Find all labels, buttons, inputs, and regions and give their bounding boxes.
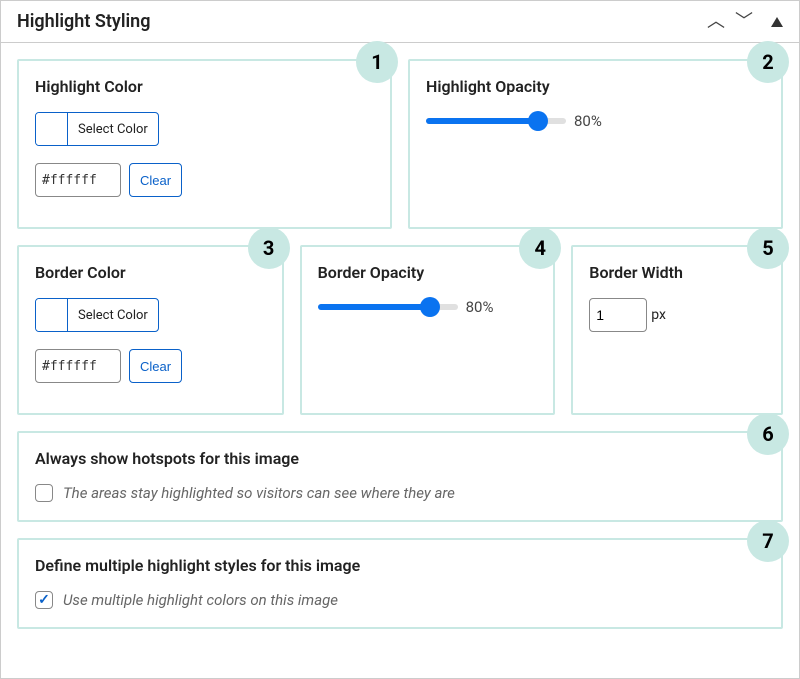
border-width-title: Border Width (589, 263, 765, 282)
highlight-color-swatch (36, 113, 68, 145)
badge-6: 6 (747, 413, 789, 455)
row-1: 1 Highlight Color Select Color Clear 2 H… (17, 59, 783, 229)
slider-thumb[interactable] (420, 297, 440, 317)
multiple-styles-title: Define multiple highlight styles for thi… (35, 556, 765, 575)
border-color-swatch (36, 299, 68, 331)
row-4: 7 Define multiple highlight styles for t… (17, 538, 783, 629)
panel-title: Highlight Styling (17, 11, 150, 32)
border-color-select-button[interactable]: Select Color (35, 298, 159, 332)
row-2: 3 Border Color Select Color Clear 4 Bord… (17, 245, 783, 415)
border-width-unit: px (651, 307, 666, 323)
highlight-opacity-title: Highlight Opacity (426, 77, 765, 96)
border-opacity-slider[interactable] (318, 300, 458, 314)
always-show-card: 6 Always show hotspots for this image Th… (17, 431, 783, 522)
collapse-icon[interactable] (771, 17, 783, 27)
panel-body: 1 Highlight Color Select Color Clear 2 H… (1, 43, 799, 645)
always-show-checkbox[interactable] (35, 484, 53, 502)
always-show-title: Always show hotspots for this image (35, 449, 765, 468)
badge-5: 5 (747, 227, 789, 269)
highlight-color-hex-input[interactable] (35, 163, 121, 197)
panel-header: Highlight Styling ︿ ﹀ (1, 1, 799, 43)
highlight-color-select-button[interactable]: Select Color (35, 112, 159, 146)
highlight-color-select-label: Select Color (68, 122, 158, 137)
move-up-icon[interactable]: ︿ (707, 13, 725, 31)
highlight-opacity-card: 2 Highlight Opacity 80% (408, 59, 783, 229)
slider-fill (426, 118, 538, 124)
badge-4: 4 (519, 227, 561, 269)
panel-actions: ︿ ﹀ (707, 13, 783, 31)
move-down-icon[interactable]: ﹀ (735, 13, 753, 31)
highlight-color-card: 1 Highlight Color Select Color Clear (17, 59, 392, 229)
border-color-title: Border Color (35, 263, 266, 282)
multiple-styles-hint: Use multiple highlight colors on this im… (63, 591, 338, 609)
highlight-color-clear-button[interactable]: Clear (129, 163, 182, 197)
always-show-hint: The areas stay highlighted so visitors c… (63, 484, 455, 502)
badge-7: 7 (747, 520, 789, 562)
border-color-clear-button[interactable]: Clear (129, 349, 182, 383)
border-width-input[interactable] (589, 298, 647, 332)
slider-fill (318, 304, 430, 310)
slider-thumb[interactable] (528, 111, 548, 131)
panel: Highlight Styling ︿ ﹀ 1 Highlight Color … (0, 0, 800, 679)
border-opacity-value: 80% (466, 298, 494, 316)
highlight-opacity-slider[interactable] (426, 114, 566, 128)
border-opacity-card: 4 Border Opacity 80% (300, 245, 556, 415)
badge-2: 2 (747, 41, 789, 83)
border-width-card: 5 Border Width px (571, 245, 783, 415)
badge-3: 3 (248, 227, 290, 269)
border-color-card: 3 Border Color Select Color Clear (17, 245, 284, 415)
border-opacity-title: Border Opacity (318, 263, 538, 282)
border-color-hex-input[interactable] (35, 349, 121, 383)
badge-1: 1 (356, 41, 398, 83)
row-3: 6 Always show hotspots for this image Th… (17, 431, 783, 522)
multiple-styles-card: 7 Define multiple highlight styles for t… (17, 538, 783, 629)
multiple-styles-checkbox[interactable] (35, 591, 53, 609)
border-color-select-label: Select Color (68, 308, 158, 323)
highlight-opacity-value: 80% (574, 112, 602, 130)
highlight-color-title: Highlight Color (35, 77, 374, 96)
